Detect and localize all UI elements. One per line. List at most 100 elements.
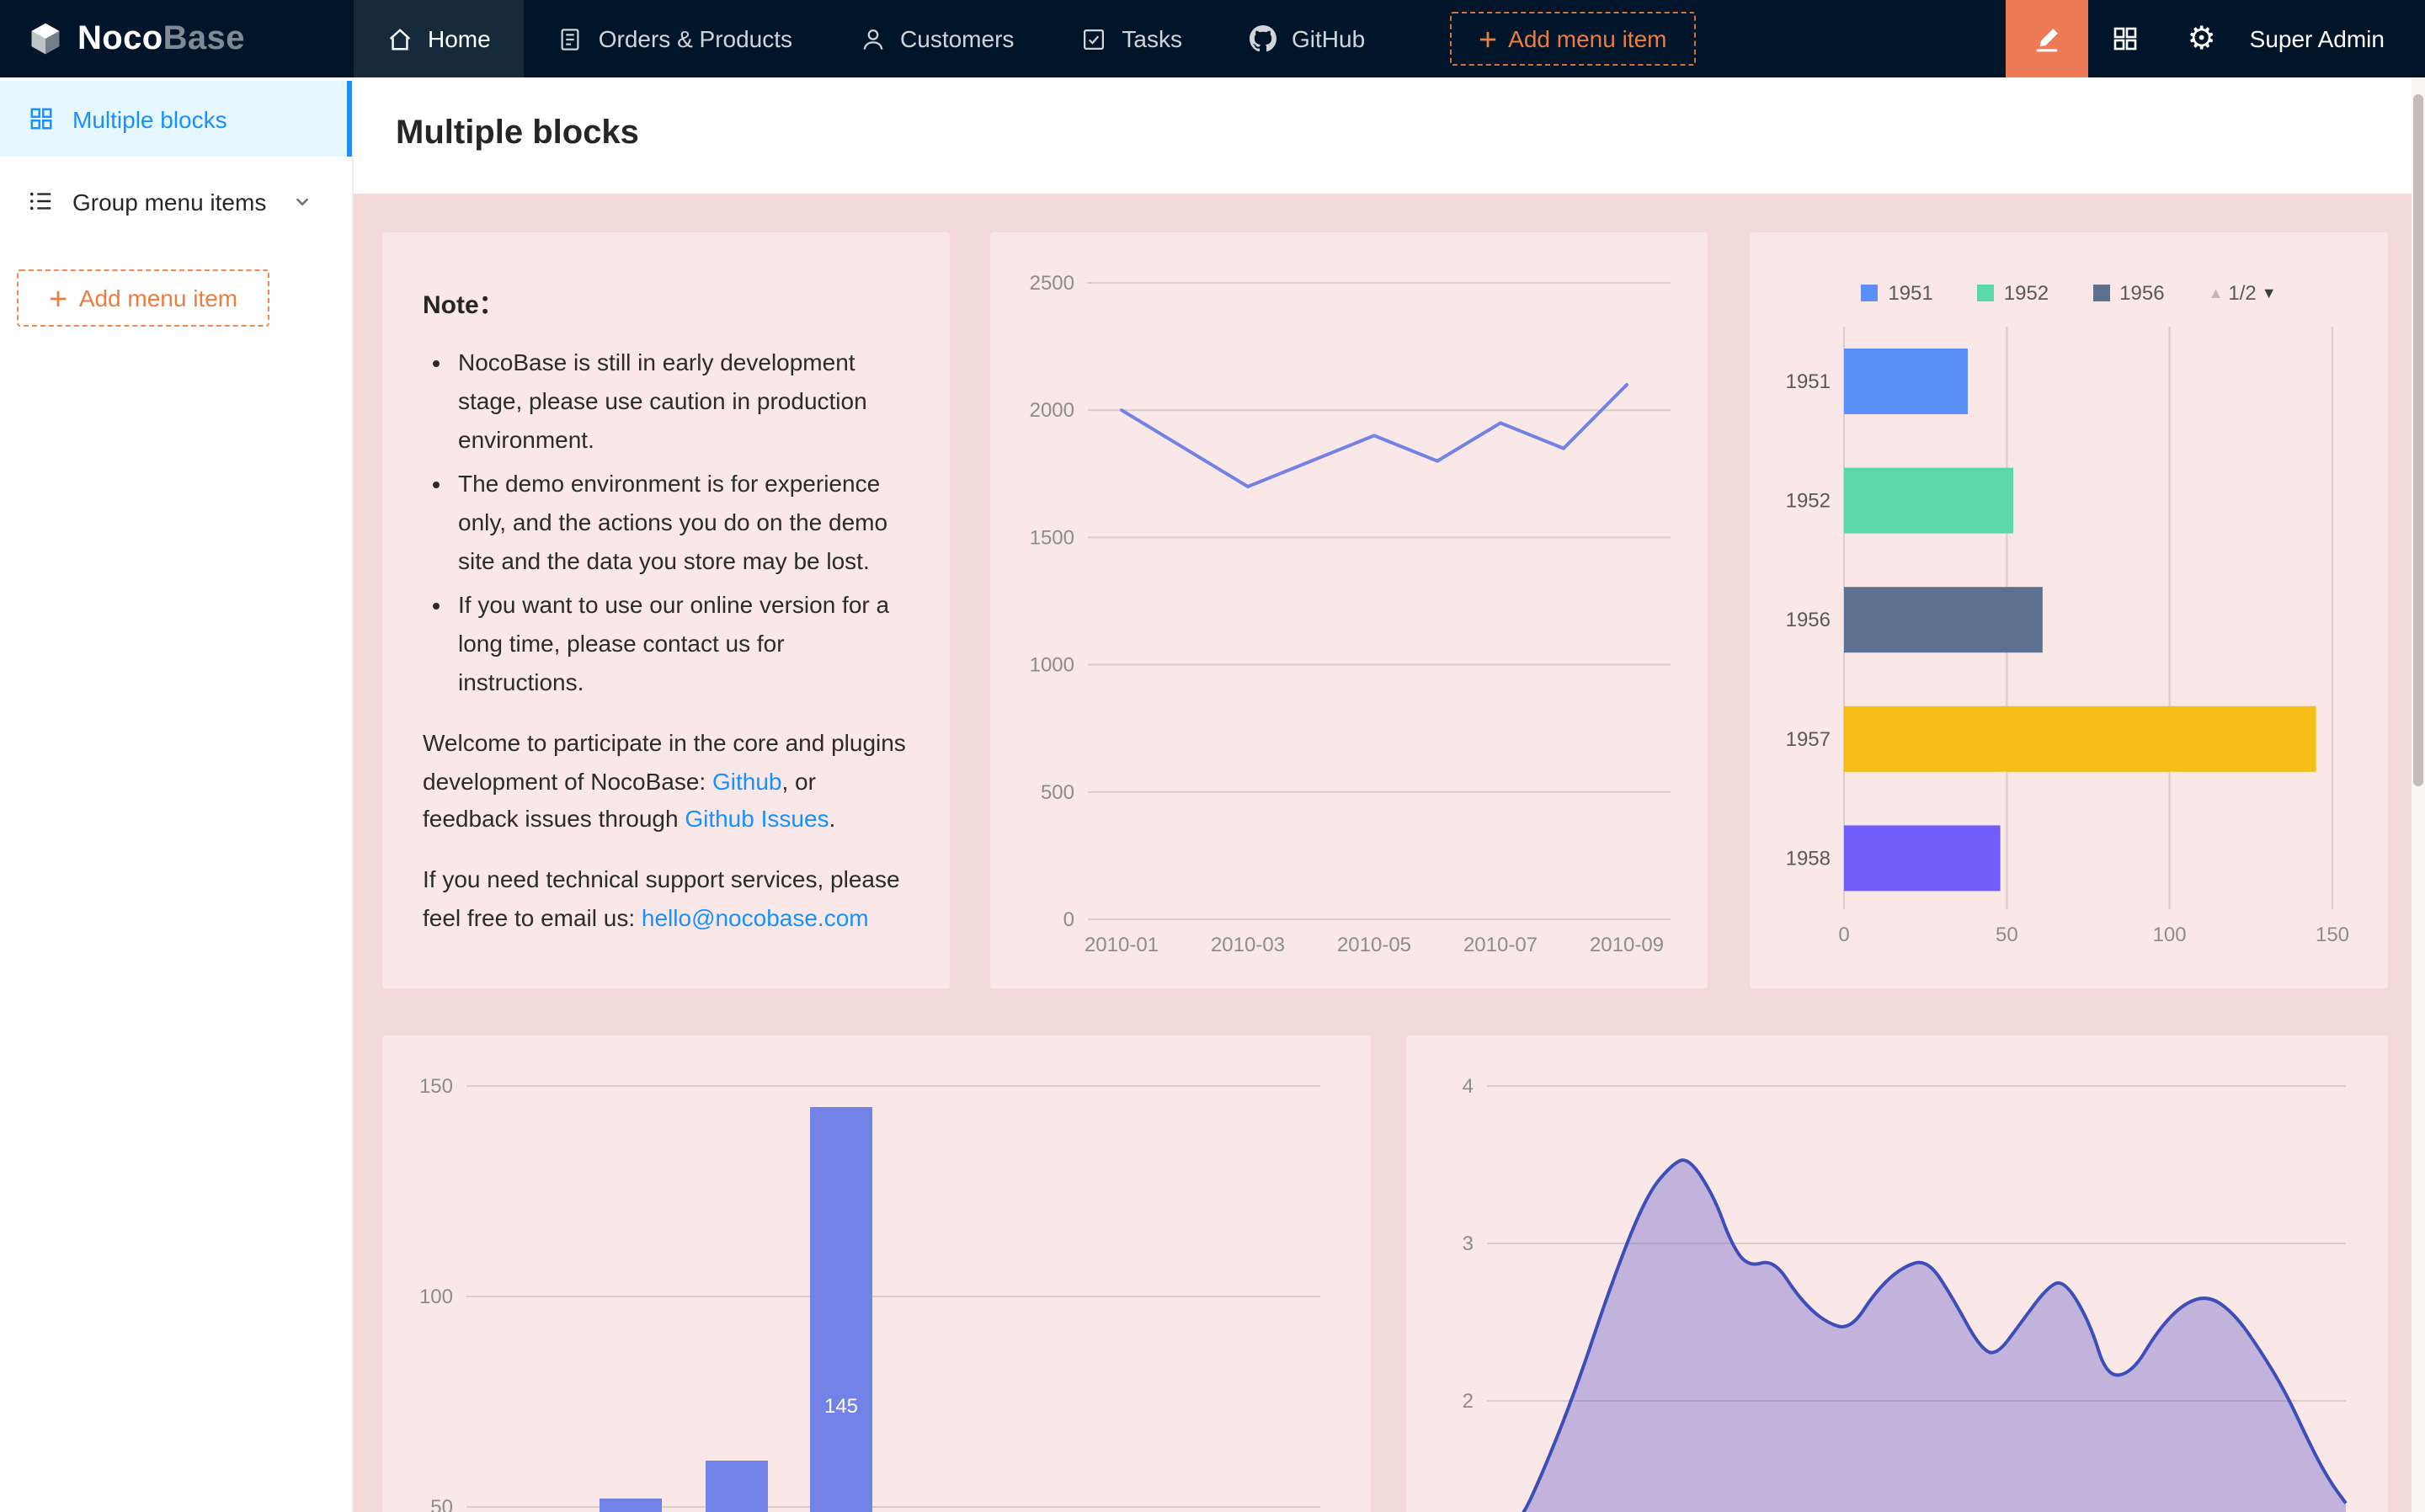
scrollbar-thumb[interactable]: [2413, 94, 2423, 786]
page-scrollbar: [2412, 77, 2425, 1512]
nav-item-label: GitHub: [1292, 25, 1365, 52]
svg-text:1956: 1956: [1786, 609, 1831, 631]
sidebar-item-multiple-blocks[interactable]: Multiple blocks: [0, 81, 352, 157]
svg-text:1951: 1951: [1786, 370, 1831, 393]
legend-swatch: [1977, 285, 1994, 301]
svg-text:2010-05: 2010-05: [1337, 934, 1411, 956]
sidebar-item-label: Multiple blocks: [72, 105, 227, 132]
legend-label: 1951: [1888, 281, 1932, 305]
nav-item-customers[interactable]: Customers: [826, 0, 1047, 77]
note-paragraphs: Welcome to participate in the core and p…: [423, 723, 909, 939]
svg-text:4: 4: [1463, 1075, 1474, 1098]
ui-editor-button[interactable]: [2006, 0, 2088, 77]
legend-item-1956[interactable]: 1956: [2092, 281, 2164, 305]
svg-text:2000: 2000: [1030, 399, 1074, 422]
note-title: Note：: [423, 286, 909, 322]
svg-text:1000: 1000: [1030, 654, 1074, 677]
legend-page-label: 1/2: [2228, 281, 2256, 305]
sidebar-item-label: Group menu items: [72, 188, 266, 215]
legend-label: 1952: [2004, 281, 2049, 305]
legend-label: 1956: [2119, 281, 2164, 305]
viewport: NocoBase Home Orders & Products Customers T…: [0, 0, 2425, 1512]
sidebar-add-menu-item-label: Add menu item: [79, 285, 237, 311]
legend-items: 1951 1952 1956: [1861, 281, 2164, 305]
svg-text:50: 50: [430, 1496, 453, 1512]
note-bullet: If you want to use our online version fo…: [458, 585, 909, 701]
github-issues-link[interactable]: Github Issues: [685, 806, 829, 833]
legend-item-1952[interactable]: 1952: [1977, 281, 2049, 305]
svg-text:1500: 1500: [1030, 526, 1074, 549]
logo[interactable]: NocoBase: [0, 0, 354, 77]
svg-text:100: 100: [419, 1286, 453, 1308]
chevron-down-icon: [293, 192, 312, 210]
vertical-bar-chart: 15010050145: [382, 1036, 1371, 1512]
legend-page-down-icon[interactable]: ▼: [2262, 285, 2277, 301]
nav-item-tasks[interactable]: Tasks: [1047, 0, 1216, 77]
nav-item-home[interactable]: Home: [354, 0, 525, 77]
plugin-manager-button[interactable]: [2088, 0, 2164, 77]
svg-text:50: 50: [1996, 924, 2018, 946]
note-bullet-list: NocoBase is still in early development s…: [423, 343, 909, 701]
note-paragraph: If you need technical support services, …: [423, 861, 909, 939]
nav-item-label: Home: [428, 25, 491, 52]
legend-pager: ▲ 1/2 ▼: [2209, 281, 2277, 305]
markdown-note-block: Note： NocoBase is still in early develop…: [382, 232, 950, 988]
svg-text:2010-07: 2010-07: [1463, 934, 1538, 956]
app: NocoBase Home Orders & Products Customers T…: [0, 0, 2425, 1512]
sidebar-item-group-menu-items[interactable]: Group menu items: [0, 163, 352, 239]
legend-page-up-icon[interactable]: ▲: [2209, 285, 2224, 301]
nav-item-label: Tasks: [1122, 25, 1182, 52]
line-chart: 0 500 1000 1500 2000 2500 2010-01 2010-03 2010-0…: [990, 232, 1708, 988]
horizontal-bar-chart-block: 195119521956 ▲ 1/2 ▼ 0501001501951195219…: [1750, 232, 2388, 988]
main-area: Multiple blocks Note： NocoBase is still …: [354, 77, 2412, 1512]
svg-text:2500: 2500: [1030, 272, 1074, 295]
gear-icon: ⚙: [2188, 23, 2216, 55]
main-nav: Home Orders & Products Customers Tasks GitHu…: [354, 0, 1399, 77]
legend-swatch: [2092, 285, 2109, 301]
sidebar-add-menu-item-button[interactable]: Add menu item: [17, 269, 269, 327]
svg-text:2010-09: 2010-09: [1590, 934, 1664, 956]
blocks-icon: [29, 106, 54, 131]
svg-text:100: 100: [2153, 924, 2187, 946]
svg-text:2010-03: 2010-03: [1211, 934, 1285, 956]
email-link[interactable]: hello@nocobase.com: [642, 905, 869, 932]
logo-text-bold: Noco: [77, 19, 163, 56]
blocks-grid: Note： NocoBase is still in early develop…: [354, 194, 2412, 1512]
add-menu-item-button[interactable]: Add menu item: [1449, 12, 1695, 66]
user-name[interactable]: Super Admin: [2240, 25, 2425, 52]
page-title: Multiple blocks: [396, 114, 2369, 153]
area-chart-block: 4 3 2: [1406, 1036, 2388, 1512]
customers-icon: [860, 26, 885, 51]
add-menu-item-label: Add menu item: [1508, 25, 1666, 52]
line-chart-block: 0 500 1000 1500 2000 2500 2010-01 2010-03 2010-0…: [990, 232, 1708, 988]
svg-text:3: 3: [1463, 1232, 1474, 1255]
github-icon: [1250, 25, 1276, 52]
plus-icon: [1478, 29, 1496, 48]
orders-icon: [558, 26, 584, 51]
github-link[interactable]: Github: [712, 767, 782, 794]
nav-item-label: Customers: [900, 25, 1014, 52]
sidebar-menu: Multiple blocks Group menu items: [0, 81, 352, 239]
nav-item-orders-products[interactable]: Orders & Products: [525, 0, 826, 77]
svg-text:1952: 1952: [1786, 490, 1831, 513]
svg-text:500: 500: [1041, 781, 1074, 804]
home-icon: [387, 26, 413, 51]
note-bullet: NocoBase is still in early development s…: [458, 343, 909, 460]
highlighter-pen-icon: [2033, 24, 2061, 53]
chart-legend: 1951 1952 1956 ▲ 1/2 ▼: [1750, 281, 2388, 305]
legend-item-1951[interactable]: 1951: [1861, 281, 1932, 305]
logo-text: NocoBase: [77, 19, 245, 58]
sidebar: Multiple blocks Group menu items Add menu…: [0, 77, 354, 1512]
top-navbar: NocoBase Home Orders & Products Customers T…: [0, 0, 2425, 77]
note-bullet: The demo environment is for experience o…: [458, 465, 909, 581]
note-paragraph: Welcome to participate in the core and p…: [423, 723, 909, 839]
svg-text:2: 2: [1463, 1390, 1474, 1413]
svg-text:2010-01: 2010-01: [1085, 934, 1159, 956]
nav-item-label: Orders & Products: [599, 25, 792, 52]
svg-text:150: 150: [2316, 924, 2349, 946]
group-icon: [29, 189, 54, 214]
svg-text:0: 0: [1063, 908, 1074, 931]
settings-button[interactable]: ⚙: [2164, 0, 2240, 77]
nav-item-github[interactable]: GitHub: [1216, 0, 1399, 77]
tasks-icon: [1081, 26, 1106, 51]
